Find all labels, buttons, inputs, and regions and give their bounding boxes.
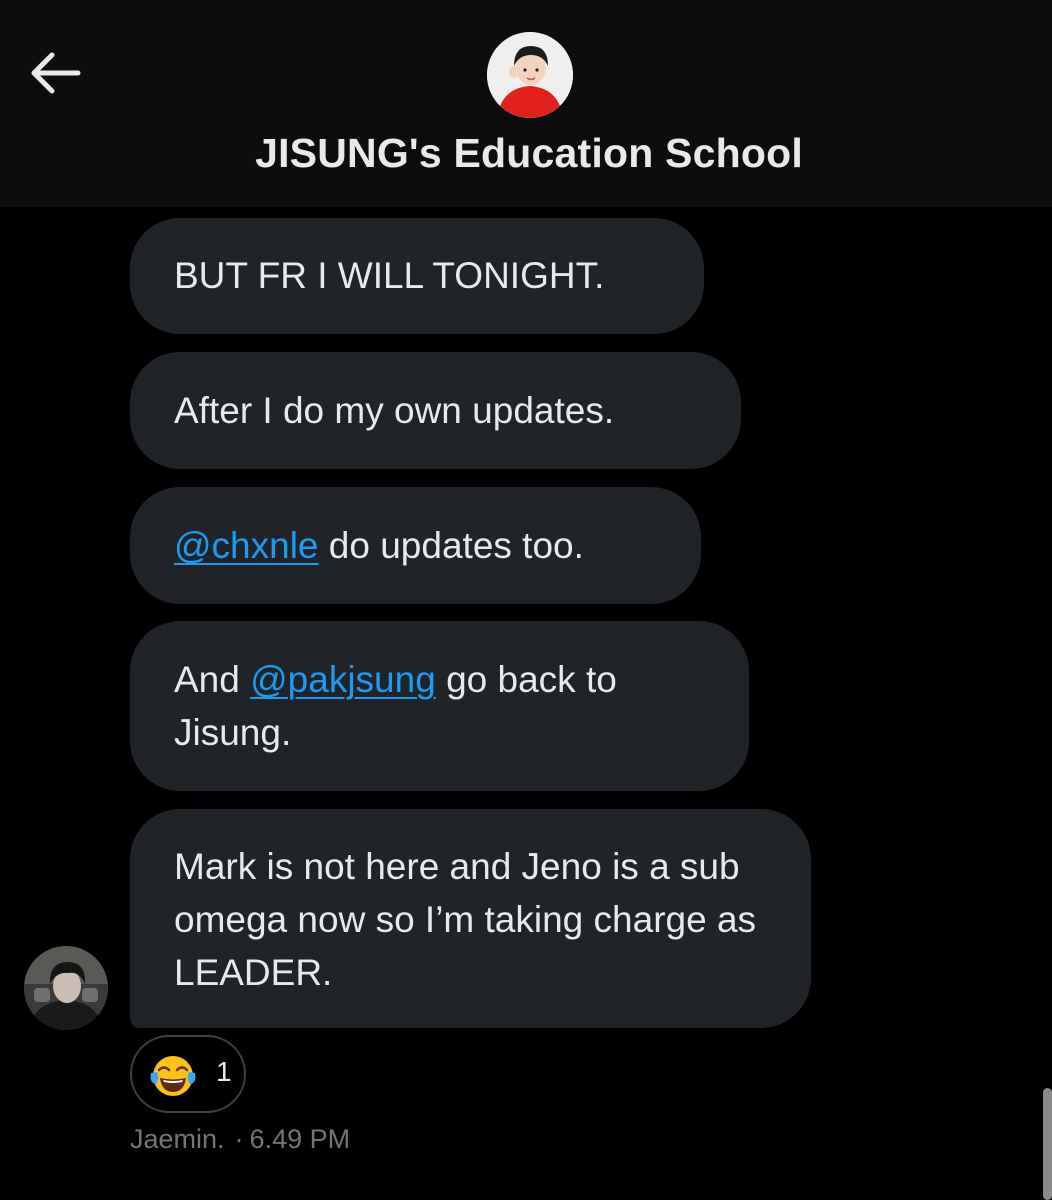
message-text: Mark is not here and Jeno is a sub omega… bbox=[174, 846, 757, 993]
sender-name[interactable]: Jaemin. bbox=[130, 1124, 225, 1154]
group-avatar-image bbox=[487, 32, 573, 118]
scrollbar[interactable] bbox=[1043, 1088, 1052, 1200]
reaction-count: 1 bbox=[216, 1056, 232, 1087]
conversation-header: JISUNG's Education School bbox=[0, 0, 1052, 207]
message-text: do updates too. bbox=[318, 525, 584, 566]
reaction-pill[interactable]: 1 bbox=[130, 1035, 246, 1113]
meta-separator: · bbox=[234, 1124, 244, 1154]
sender-avatar[interactable] bbox=[24, 946, 108, 1030]
message-text: BUT FR I WILL TONIGHT. bbox=[174, 255, 605, 296]
mention-link[interactable]: @chxnle bbox=[174, 525, 319, 566]
message-timestamp: 6.49 PM bbox=[249, 1124, 351, 1154]
arrow-left-icon bbox=[31, 52, 81, 94]
message-bubble[interactable]: BUT FR I WILL TONIGHT. bbox=[130, 218, 704, 334]
group-avatar[interactable] bbox=[487, 32, 573, 118]
message-bubble[interactable]: Mark is not here and Jeno is a sub omega… bbox=[130, 809, 811, 1028]
message-meta: Jaemin. · 6.49 PM bbox=[130, 1124, 350, 1155]
message-text: And bbox=[174, 659, 251, 700]
message-bubble[interactable]: And @pakjsung go back to Jisung. bbox=[130, 621, 749, 791]
message-text: After I do my own updates. bbox=[174, 390, 615, 431]
sender-avatar-image bbox=[24, 946, 108, 1030]
face-with-tears-of-joy-icon bbox=[150, 1056, 196, 1096]
mention-link[interactable]: @pakjsung bbox=[250, 659, 436, 700]
message-bubble[interactable]: After I do my own updates. bbox=[130, 352, 741, 469]
message-bubble[interactable]: @chxnle do updates too. bbox=[130, 487, 701, 604]
group-name[interactable]: JISUNG's Education School bbox=[0, 130, 1052, 177]
back-button[interactable] bbox=[28, 48, 84, 98]
